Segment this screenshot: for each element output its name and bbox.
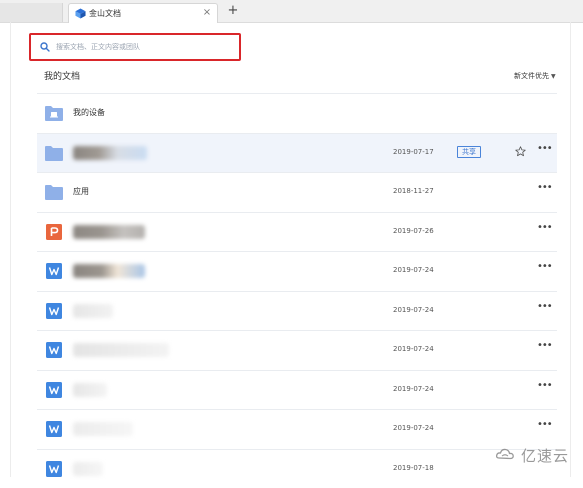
item-date: 2019-07-24	[393, 345, 434, 353]
redacted-name	[73, 383, 107, 397]
item-date: 2019-07-24	[393, 424, 434, 432]
cloud-logo-icon	[496, 447, 518, 463]
item-name: 应用	[73, 186, 89, 197]
redacted-name	[73, 264, 145, 278]
caret-down-icon: ▼	[551, 73, 556, 80]
item-date: 2019-07-26	[393, 227, 434, 235]
list-item[interactable]: 2019-07-26 •••	[37, 212, 557, 252]
new-tab-icon[interactable]: +	[226, 4, 240, 18]
star-icon[interactable]	[515, 146, 526, 157]
more-options-icon[interactable]: •••	[537, 420, 551, 434]
word-file-icon	[45, 382, 63, 398]
redacted-name	[73, 462, 103, 476]
tab-title: 金山文档	[89, 8, 121, 19]
list-item[interactable]: 2019-07-24 •••	[37, 370, 557, 410]
more-options-icon[interactable]: •••	[537, 302, 551, 316]
redacted-name	[73, 146, 147, 160]
more-options-icon[interactable]: •••	[537, 223, 551, 237]
folder-icon	[45, 145, 63, 161]
kdocs-logo-icon	[75, 8, 86, 19]
item-name: 我的设备	[73, 107, 105, 118]
redacted-name	[73, 225, 145, 239]
watermark: 亿速云	[496, 443, 569, 467]
more-options-icon[interactable]: •••	[537, 262, 551, 276]
shared-badge: 共享	[457, 146, 481, 158]
list-item[interactable]: 2019-07-24 •••	[37, 330, 557, 370]
search-bar[interactable]	[36, 38, 236, 56]
list-item[interactable]: 2019-07-17 共享 •••	[37, 133, 557, 173]
item-date: 2019-07-17	[393, 148, 434, 156]
item-date: 2018-11-27	[393, 187, 434, 195]
item-date: 2019-07-24	[393, 266, 434, 274]
left-divider	[10, 22, 11, 477]
list-item[interactable]: 2019-07-24 •••	[37, 291, 557, 331]
section-title: 我的文档	[44, 69, 80, 82]
item-date: 2019-07-24	[393, 306, 434, 314]
more-options-icon[interactable]: •••	[537, 144, 551, 158]
ppt-file-icon	[45, 224, 63, 240]
device-folder-icon	[45, 105, 63, 121]
previous-tab[interactable]	[0, 3, 63, 22]
search-icon	[40, 42, 50, 52]
folder-icon	[45, 184, 63, 200]
word-file-icon	[45, 421, 63, 437]
browser-tab[interactable]: 金山文档 ×	[68, 3, 218, 23]
more-options-icon[interactable]: •••	[537, 381, 551, 395]
redacted-name	[73, 343, 169, 357]
more-options-icon[interactable]: •••	[537, 341, 551, 355]
list-item[interactable]: 应用 2018-11-27 •••	[37, 172, 557, 212]
item-date: 2019-07-24	[393, 385, 434, 393]
item-date: 2019-07-18	[393, 464, 434, 472]
watermark-text: 亿速云	[521, 445, 569, 466]
word-file-icon	[45, 342, 63, 358]
list-item[interactable]: 我的设备	[37, 93, 557, 133]
word-file-icon	[45, 263, 63, 279]
list-item[interactable]: 2019-07-24 •••	[37, 251, 557, 291]
list-item[interactable]: 2019-07-24 •••	[37, 409, 557, 449]
file-list: 我的设备 2019-07-17 共享 ••• 应用 2018-11-27 •••…	[37, 93, 557, 488]
redacted-name	[73, 422, 133, 436]
right-divider	[570, 22, 571, 477]
sort-label: 新文件优先	[514, 71, 549, 81]
search-input[interactable]	[56, 43, 226, 51]
more-options-icon[interactable]: •••	[537, 183, 551, 197]
browser-tab-bar: 金山文档 × +	[0, 0, 583, 23]
list-item[interactable]: 2019-07-18	[37, 449, 557, 488]
close-tab-icon[interactable]: ×	[201, 7, 213, 19]
sort-dropdown[interactable]: 新文件优先 ▼	[514, 71, 556, 81]
word-file-icon	[45, 461, 63, 477]
redacted-name	[73, 304, 113, 318]
word-file-icon	[45, 303, 63, 319]
